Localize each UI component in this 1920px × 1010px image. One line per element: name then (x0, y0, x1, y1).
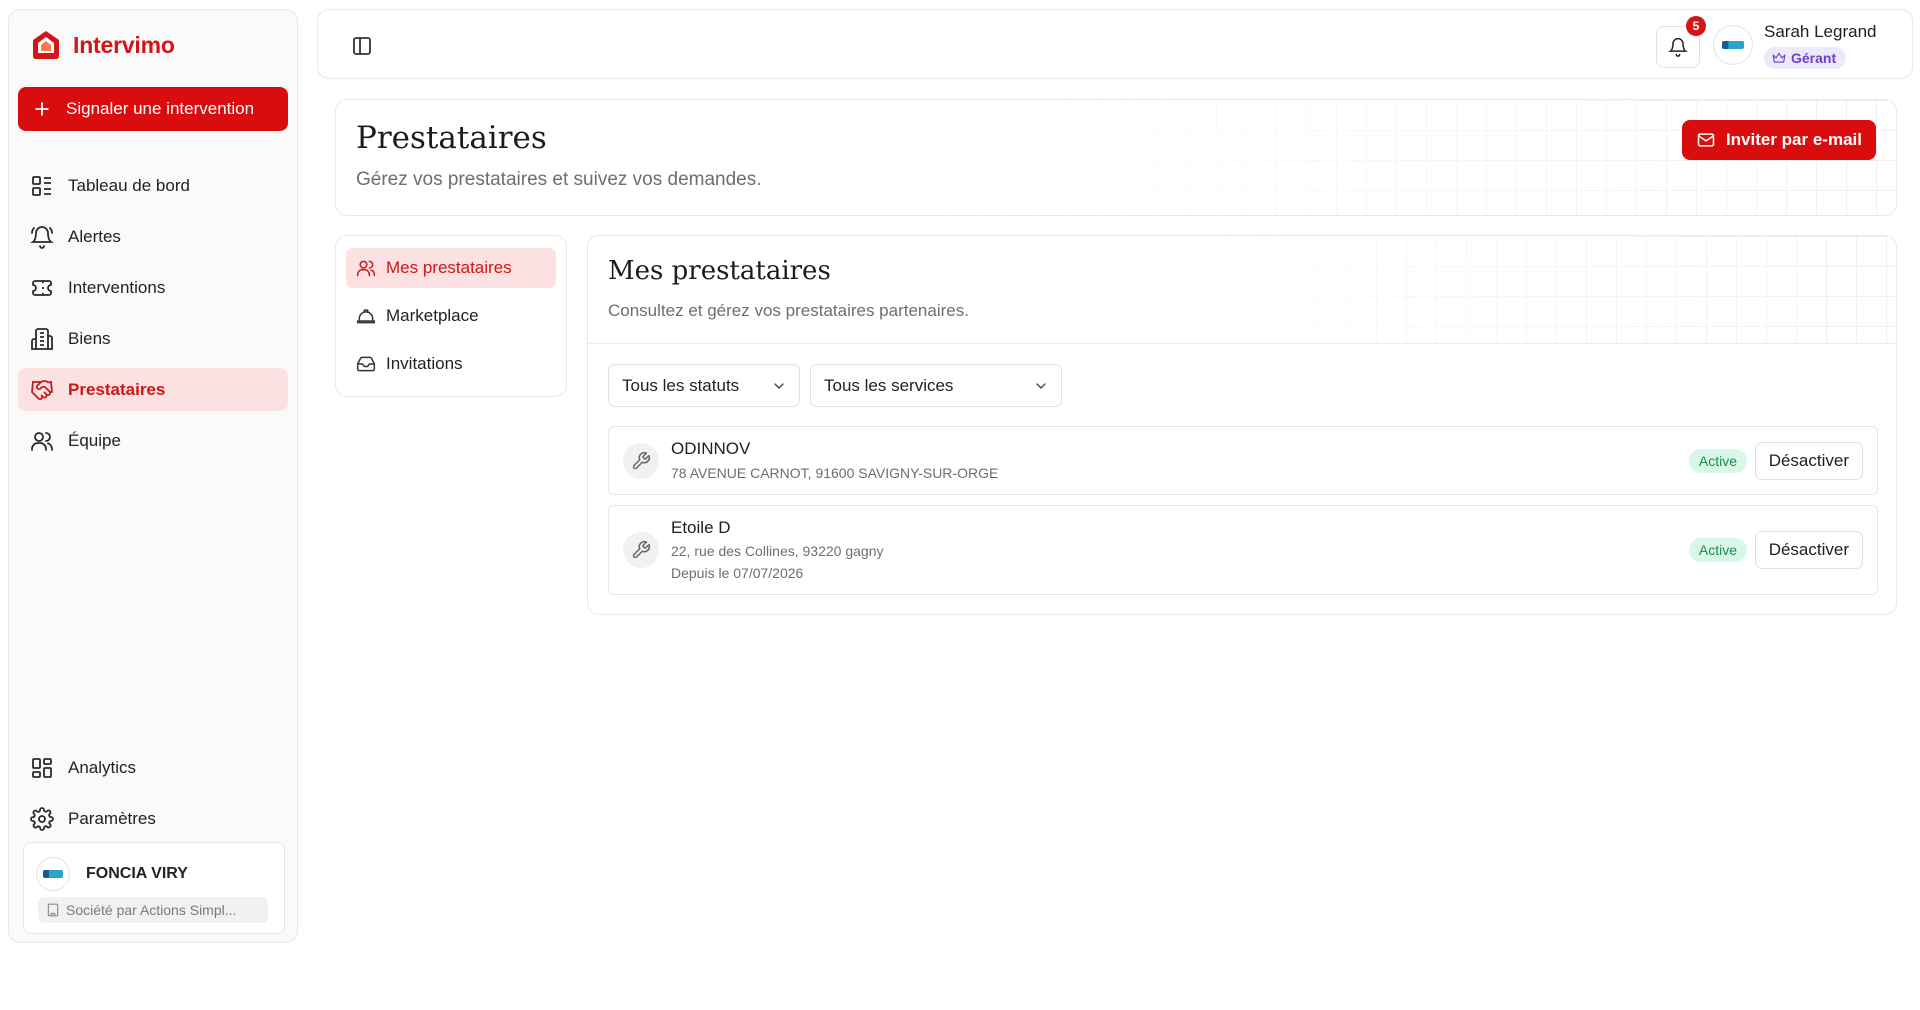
report-intervention-button[interactable]: Signaler une intervention (18, 87, 288, 131)
plus-icon (35, 102, 49, 116)
sidebar-item-label: Interventions (68, 277, 166, 297)
sidebar-item-label: Équipe (68, 430, 121, 450)
notification-count-badge: 5 (1686, 16, 1706, 36)
gear-icon (30, 806, 54, 831)
users-icon (31, 431, 53, 451)
deactivate-button[interactable]: Désactiver (1754, 442, 1863, 480)
chevron-down-icon (1036, 382, 1046, 389)
subnav-item-label: Invitations (386, 354, 463, 373)
sidebar-item-label: Tableau de bord (68, 175, 190, 195)
provider-avatar (623, 443, 659, 479)
mail-icon (1697, 133, 1715, 147)
status-filter-value: Tous les statuts (622, 375, 740, 395)
grid-icon (32, 757, 52, 778)
org-type-badge: Société par Actions Simpl... (38, 897, 268, 923)
sidebar-item-label: Prestataires (68, 379, 166, 399)
panel-header: Mes prestataires Consultez et gérez vos … (588, 236, 1896, 344)
sidebar-item-providers[interactable]: Prestataires (18, 368, 288, 411)
sidebar-item-label: Biens (68, 328, 111, 348)
panel-title: Mes prestataires (608, 256, 831, 286)
crown-icon (1772, 52, 1786, 63)
panel-subtitle: Consultez et gérez vos prestataires part… (608, 301, 969, 320)
bell-icon (30, 225, 54, 249)
user-avatar[interactable] (1713, 25, 1753, 65)
invite-by-email-button[interactable]: Inviter par e-mail (1681, 120, 1876, 160)
dashboard-icon (32, 175, 51, 196)
org-name: FONCIA VIRY (86, 865, 188, 882)
handshake-icon (31, 379, 53, 400)
page-header: Prestataires Gérez vos prestataires et s… (335, 99, 1897, 216)
status-filter-select[interactable]: Tous les statuts (608, 364, 800, 407)
invite-by-email-label: Inviter par e-mail (1725, 130, 1862, 149)
sidebar-item-alerts[interactable]: Alertes (18, 215, 288, 258)
chevron-down-icon (774, 382, 784, 389)
provider-address: 22, rue des Collines, 93220 gagny (671, 543, 884, 559)
hard-hat-icon (356, 309, 376, 324)
sidebar-item-settings[interactable]: Paramètres (18, 797, 288, 840)
sidebar-item-label: Paramètres (68, 808, 156, 828)
provider-address: 78 AVENUE CARNOT, 91600 SAVIGNY-SUR-ORGE (671, 465, 999, 481)
provider-row[interactable]: Etoile D 22, rue des Collines, 93220 gag… (608, 505, 1878, 595)
sidebar-toggle-icon[interactable] (350, 34, 374, 58)
provider-name: Etoile D (671, 518, 731, 537)
subnav-item-invitations[interactable]: Invitations (346, 344, 556, 384)
users-icon (356, 260, 376, 277)
foncia-logo-icon (43, 870, 63, 878)
provider-name: ODINNOV (671, 439, 751, 458)
provider-since: Depuis le 07/07/2026 (671, 565, 804, 581)
sidebar: Intervimo Signaler une intervention Tabl… (8, 9, 298, 943)
sidebar-item-properties[interactable]: Biens (18, 317, 288, 360)
sidebar-item-analytics[interactable]: Analytics (18, 746, 288, 789)
inbox-icon (356, 356, 376, 372)
providers-panel: Mes prestataires Consultez et gérez vos … (587, 235, 1897, 615)
provider-avatar (623, 532, 659, 568)
wrench-icon (632, 451, 651, 470)
grid-decoration (1076, 236, 1896, 344)
status-badge: Active (1688, 449, 1747, 473)
user-role-label: Gérant (1791, 50, 1837, 66)
page-subtitle: Gérez vos prestataires et suivez vos dem… (356, 169, 762, 190)
organization-card[interactable]: FONCIA VIRY Société par Actions Simpl... (23, 842, 285, 934)
status-badge: Active (1688, 538, 1747, 562)
sidebar-item-label: Alertes (68, 226, 121, 246)
org-logo (36, 857, 70, 891)
subnav-item-label: Mes prestataires (386, 258, 512, 277)
wrench-icon (632, 540, 651, 559)
foncia-logo-icon (1722, 41, 1744, 49)
ticket-icon (32, 279, 52, 296)
brand[interactable]: Intervimo (29, 28, 175, 62)
subnav-item-marketplace[interactable]: Marketplace (346, 296, 556, 336)
sidebar-item-label: Analytics (68, 757, 137, 777)
org-type-label: Société par Actions Simpl... (66, 902, 237, 918)
report-intervention-label: Signaler une intervention (66, 99, 255, 118)
sidebar-item-interventions[interactable]: Interventions (18, 266, 288, 309)
building-icon (31, 327, 53, 350)
page-title: Prestataires (356, 120, 547, 156)
bell-icon (1668, 37, 1688, 57)
deactivate-button[interactable]: Désactiver (1754, 531, 1863, 569)
main-nav: Tableau de bord Alertes Interventions Bi… (18, 164, 288, 470)
providers-subnav: Mes prestataires Marketplace Invitations (335, 235, 567, 397)
sidebar-item-dashboard[interactable]: Tableau de bord (18, 164, 288, 207)
brand-name: Intervimo (73, 31, 175, 58)
secondary-nav: Analytics Paramètres (18, 746, 288, 848)
intervimo-logo-icon (33, 31, 59, 59)
service-filter-select[interactable]: Tous les services (810, 364, 1062, 407)
user-role-badge: Gérant (1764, 47, 1847, 69)
topbar: 5 Sarah Legrand Gérant (317, 9, 1913, 79)
building-icon (47, 903, 59, 917)
provider-row[interactable]: ODINNOV 78 AVENUE CARNOT, 91600 SAVIGNY-… (608, 426, 1878, 495)
sidebar-item-team[interactable]: Équipe (18, 419, 288, 462)
subnav-item-label: Marketplace (386, 306, 479, 325)
user-name[interactable]: Sarah Legrand (1764, 22, 1876, 42)
subnav-item-my-providers[interactable]: Mes prestataires (346, 248, 556, 288)
service-filter-value: Tous les services (824, 375, 954, 395)
